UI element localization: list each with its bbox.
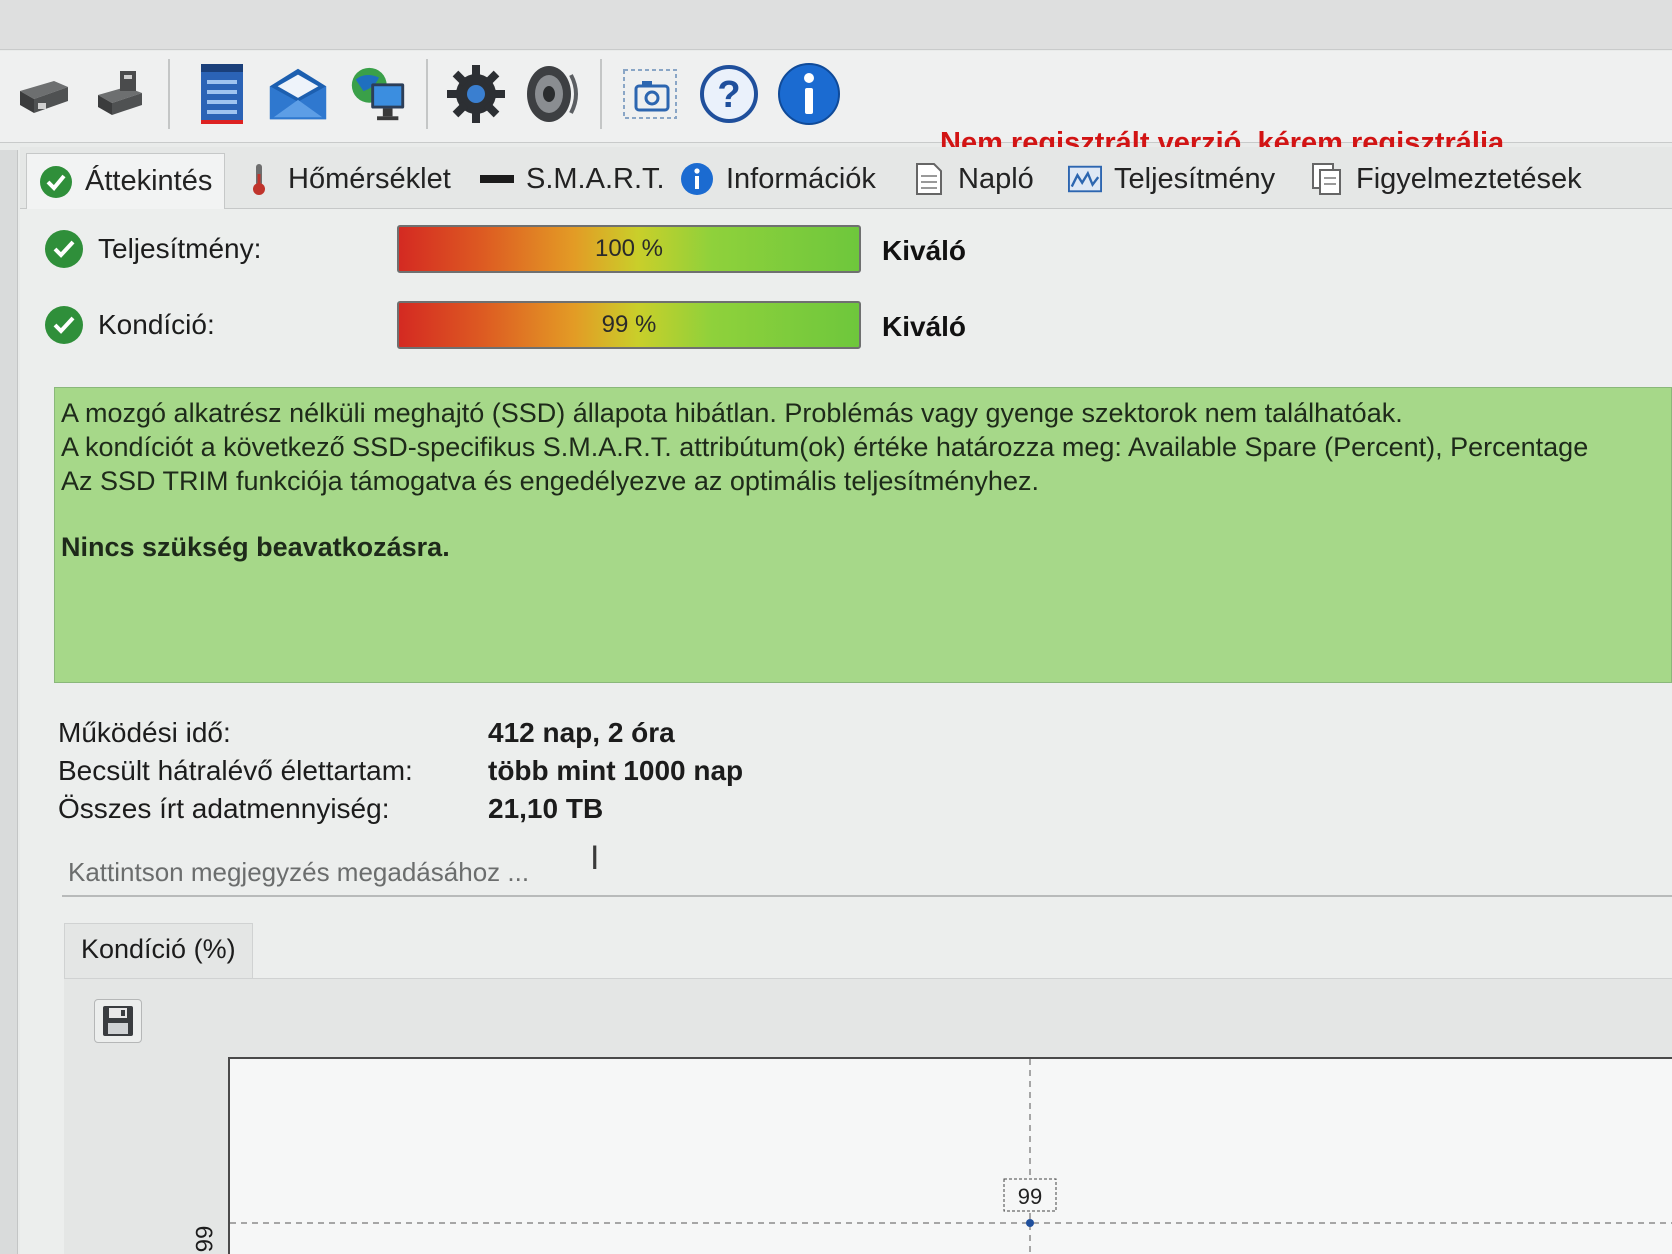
data-point [1026,1219,1034,1227]
y-tick-label: 99 [191,1225,219,1253]
left-edge-panel [0,150,18,1254]
overview-panel: Teljesítmény: 100 % Kiváló Kondíció: 99 … [20,209,1672,1254]
tab-smart[interactable]: S.M.A.R.T. [480,153,665,205]
toolbar: ? Nem regisztrált verzió, kérem regisztr… [0,51,1672,159]
window-top-strip [0,0,1672,50]
tab-temperature[interactable]: Hőmérséklet [242,153,451,205]
uptime-label: Működési idő: [58,717,231,748]
bar-value: 99 % [601,311,657,338]
tab-information[interactable]: Információk [680,153,876,205]
tab-label: Napló [958,162,1034,195]
metric-label: Teljesítmény: [98,233,262,264]
mail-icon[interactable] [266,59,330,129]
drive-icon[interactable] [12,59,76,129]
check-icon [45,306,83,344]
alerts-document-icon [1310,162,1344,196]
document-icon [912,162,946,196]
tab-label: Áttekintés [85,165,213,197]
toolbar-separator [426,59,428,129]
condition-rating: Kiváló [882,311,967,342]
chart-tab-condition[interactable]: Kondíció (%) [64,923,253,979]
metric-label: Kondíció: [98,309,215,340]
notepad-icon[interactable] [190,59,254,129]
chart-svg: 99 [230,1059,1672,1254]
speaker-icon[interactable] [520,59,584,129]
svg-text:?: ? [717,74,740,116]
drive-warning-icon[interactable] [88,59,152,129]
performance-bar: 100 % [397,225,861,273]
data-label: 99 [1018,1184,1042,1209]
status-line: Az SSD TRIM funkciója támogatva és enged… [61,466,1039,496]
tab-performance[interactable]: Teljesítmény [1068,153,1275,205]
drive-bar-icon [480,162,514,196]
check-icon [39,165,73,199]
tab-label: S.M.A.R.T. [526,162,665,195]
lifetime-value: több mint 1000 nap [488,755,744,786]
tab-label: Hőmérséklet [288,162,451,195]
tab-overview[interactable]: Áttekintés [26,153,226,209]
settings-gear-icon[interactable] [444,59,508,129]
status-conclusion: Nincs szükség beavatkozásra. [61,532,450,562]
save-icon [103,1006,133,1036]
performance-rating: Kiváló [882,235,967,266]
tab-alerts[interactable]: Figyelmeztetések [1310,153,1582,205]
metric-condition: Kondíció: [44,299,215,351]
network-globe-icon[interactable] [346,59,410,129]
tab-label: Információk [726,162,876,195]
tab-bar: Áttekintés Hőmérséklet S.M.A.R.T. Inform… [20,147,1672,209]
lifetime-label: Becsült hátralévő élettartam: [58,755,413,786]
toolbar-separator [168,59,170,129]
status-line: A mozgó alkatrész nélküli meghajtó (SSD)… [61,398,1403,428]
info-icon [680,162,714,196]
bar-value: 100 % [594,235,664,262]
tab-label: Figyelmeztetések [1356,162,1582,195]
save-button[interactable] [94,999,142,1043]
screenshot-camera-icon[interactable] [618,59,682,129]
status-line: A kondíciót a következő SSD-specifikus S… [61,432,1589,462]
condition-chart: 99 [228,1057,1672,1254]
text-cursor-icon: I [590,839,600,877]
chart-area: 99 99 [64,978,1672,1254]
note-input[interactable]: Kattintson megjegyzés megadásához ... [62,845,1672,897]
metric-performance: Teljesítmény: [44,223,261,275]
help-icon[interactable]: ? [697,59,761,129]
tab-label: Teljesítmény [1114,162,1276,195]
check-icon [45,230,83,268]
info-icon[interactable] [777,59,841,129]
uptime-value: 412 nap, 2 óra [488,717,675,748]
condition-bar: 99 % [397,301,861,349]
thermometer-icon [242,162,276,196]
written-value: 21,10 TB [488,793,604,824]
performance-chart-icon [1068,162,1102,196]
written-label: Összes írt adatmennyiség: [58,793,390,824]
status-message-box: A mozgó alkatrész nélküli meghajtó (SSD)… [54,387,1672,683]
toolbar-separator [600,59,602,129]
tab-log[interactable]: Napló [912,153,1034,205]
